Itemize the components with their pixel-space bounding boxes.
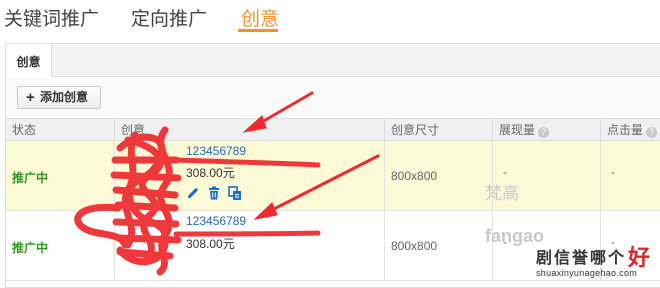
table-header: 状态 创意 创意尺寸 展现量? 点击量? — [6, 119, 660, 141]
brand-url: shuaxinyunagehao.com — [536, 268, 638, 278]
creative-price: 308.00元 — [186, 166, 235, 180]
toolbar: + 添加创意 — [6, 77, 660, 119]
header-impressions: 展现量? — [492, 119, 600, 141]
status-badge: 推广中 — [12, 171, 49, 185]
active-tab-indicator — [238, 29, 278, 32]
header-clicks: 点击量? — [600, 119, 660, 141]
header-creative: 创意 — [114, 119, 384, 141]
add-creative-button[interactable]: + 添加创意 — [17, 86, 101, 109]
creative-cell: 123456789 308.00元 — [114, 211, 384, 281]
copy-icon[interactable] — [227, 185, 243, 201]
watermark-cn: 梵高 — [485, 184, 519, 203]
creative-price: 308.00元 — [186, 237, 235, 251]
top-tab-bar: 关键词推广 定向推广 创意 — [0, 0, 660, 38]
creative-id-link[interactable]: 123456789 — [186, 214, 246, 228]
creative-size: 800x800 — [391, 239, 438, 253]
creative-cell: 123456789 308.00元 — [114, 141, 384, 211]
brand-name: 剧信誉哪个 — [536, 248, 627, 267]
tab-creative[interactable]: 创意 — [241, 4, 279, 31]
pencil-icon[interactable] — [185, 185, 201, 201]
help-icon[interactable]: ? — [646, 127, 658, 138]
trash-icon[interactable] — [206, 185, 222, 201]
table-row[interactable]: 推广中 123456789 308.00元 800x800 - - — [6, 141, 660, 211]
sub-tab-creative[interactable]: 创意 — [6, 44, 52, 78]
header-impressions-label: 展现量 — [499, 123, 536, 137]
header-creative-size: 创意尺寸 — [384, 119, 492, 141]
status-badge: 推广中 — [12, 241, 49, 255]
status-cell: 推广中 — [6, 211, 114, 281]
help-icon[interactable]: ? — [538, 127, 550, 138]
status-cell: 推广中 — [6, 141, 114, 211]
header-clicks-label: 点击量 — [607, 123, 644, 137]
impressions-value: - — [503, 165, 507, 179]
plus-icon: + — [26, 89, 35, 106]
add-creative-label: 添加创意 — [40, 90, 89, 104]
clicks-value: - — [611, 165, 615, 179]
sub-tab-bar: 创意 — [6, 44, 660, 78]
size-cell: 800x800 — [384, 141, 492, 211]
tab-targeted-promotion[interactable]: 定向推广 — [131, 4, 207, 31]
brand-logo: 剧信誉哪个 好 shuaxinyunagehao.com — [520, 244, 660, 288]
header-status: 状态 — [12, 123, 37, 137]
clicks-cell: - — [600, 141, 660, 211]
size-cell: 800x800 — [384, 211, 492, 281]
tab-keyword-promotion[interactable]: 关键词推广 — [4, 4, 99, 31]
creative-size: 800x800 — [391, 169, 438, 183]
creative-id-link[interactable]: 123456789 — [186, 144, 246, 158]
